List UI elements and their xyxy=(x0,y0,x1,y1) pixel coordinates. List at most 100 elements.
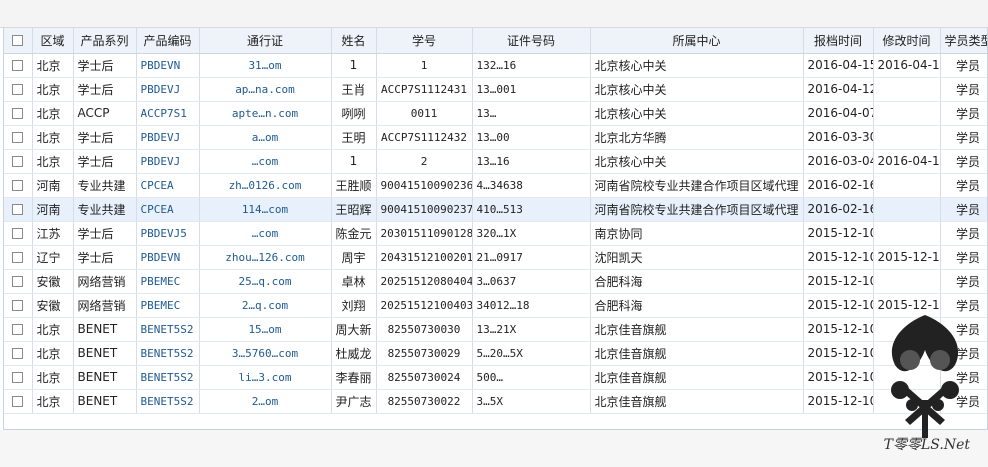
table-row[interactable]: 辽宁 学士后 PBDEVN zhou…126.com 周宇 20431512100201 2… xyxy=(4,245,987,270)
row-checkbox[interactable] xyxy=(4,125,33,150)
cell-reg: 2015-12-10 xyxy=(803,341,874,366)
row-checkbox[interactable] xyxy=(4,173,33,198)
row-checkbox[interactable] xyxy=(4,365,33,390)
watermark-text: T零零LS.Net xyxy=(883,437,970,453)
table-row[interactable]: 北京 BENET BENET5S2 2…om 尹广志 82550730022 3…5X 北京佳… xyxy=(4,389,987,414)
cell-code: PBDEVN xyxy=(136,53,200,78)
watermark-logo: T零零LS.Net xyxy=(870,305,980,460)
student-table: 区域 产品系列 产品编码 通行证 姓名 学号 证件号码 所属中心 报档时间 修改… xyxy=(4,28,987,414)
row-checkbox[interactable] xyxy=(4,341,33,366)
table-row[interactable]: 河南 专业共建 CPCEA zh…0126.com 王胜顺 90041510090236 4… xyxy=(4,173,987,198)
col-mod[interactable]: 修改时间 xyxy=(873,28,941,54)
cell-area: 北京 xyxy=(32,389,74,414)
table-row[interactable]: 北京 学士后 PBDEVJ a…om 王明 ACCP7S1112432 13…00 北京北方华… xyxy=(4,125,987,150)
row-checkbox[interactable] xyxy=(4,221,33,246)
cell-sid: 1 xyxy=(376,53,473,78)
cell-series: BENET xyxy=(73,365,137,390)
cell-code: BENET5S2 xyxy=(136,317,200,342)
row-checkbox[interactable] xyxy=(4,101,33,126)
cell-reg: 2015-12-10 xyxy=(803,269,874,294)
cell-name: 周宇 xyxy=(331,245,377,270)
cell-pass: zhou…126.com xyxy=(199,245,332,270)
cell-center: 北京佳音旗舰 xyxy=(590,389,804,414)
row-checkbox[interactable] xyxy=(4,53,33,78)
table-row[interactable]: 北京 BENET BENET5S2 3…5760…com 杜威龙 82550730029 5… xyxy=(4,341,987,366)
cell-center: 北京核心中关 xyxy=(590,77,804,102)
cell-series: 专业共建 xyxy=(73,197,137,222)
table-row[interactable]: 安徽 网络营销 PBEMEC 2…q.com 刘翔 20251512100403 34012… xyxy=(4,293,987,318)
table-row[interactable]: 河南 专业共建 CPCEA 114…com 王昭辉 90041510090237 410…5… xyxy=(4,197,987,222)
select-all-checkbox[interactable] xyxy=(4,28,33,54)
cell-pass: apte…n.com xyxy=(199,101,332,126)
cell-code: PBDEVJ xyxy=(136,149,200,174)
cell-pass: …com xyxy=(199,149,332,174)
cell-type: 学员 xyxy=(940,101,987,126)
cell-center: 沈阳凯天 xyxy=(590,245,804,270)
cell-mod: 2016-04-15 xyxy=(873,53,941,78)
row-checkbox[interactable] xyxy=(4,317,33,342)
table-row[interactable]: 北京 学士后 PBDEVN 31…om 1 1 132…16 北京核心中关 2016-04-15… xyxy=(4,53,987,78)
cell-area: 北京 xyxy=(32,365,74,390)
row-checkbox[interactable] xyxy=(4,149,33,174)
cell-type: 学员 xyxy=(940,125,987,150)
cell-mod xyxy=(873,173,941,198)
col-reg[interactable]: 报档时间 xyxy=(803,28,874,54)
col-sid[interactable]: 学号 xyxy=(376,28,473,54)
cell-sid: 20251512080404 xyxy=(376,269,473,294)
row-checkbox[interactable] xyxy=(4,197,33,222)
row-checkbox[interactable] xyxy=(4,269,33,294)
cell-area: 北京 xyxy=(32,125,74,150)
dragon-emblem-icon xyxy=(891,315,959,438)
col-series[interactable]: 产品系列 xyxy=(73,28,137,54)
col-pass[interactable]: 通行证 xyxy=(199,28,332,54)
row-checkbox[interactable] xyxy=(4,245,33,270)
table-row[interactable]: 北京 学士后 PBDEVJ ap…na.com 王肖 ACCP7S1112431 13…00… xyxy=(4,77,987,102)
cell-mod xyxy=(873,125,941,150)
table-row[interactable]: 北京 BENET BENET5S2 li…3.com 李春丽 82550730024 500… xyxy=(4,365,987,390)
cell-reg: 2015-12-10 xyxy=(803,245,874,270)
row-checkbox[interactable] xyxy=(4,77,33,102)
col-area[interactable]: 区域 xyxy=(32,28,74,54)
cell-idno: 132…16 xyxy=(472,53,591,78)
cell-name: 咧咧 xyxy=(331,101,377,126)
cell-sid: 82550730030 xyxy=(376,317,473,342)
cell-idno: 3…0637 xyxy=(472,269,591,294)
cell-sid: 20301511090128 xyxy=(376,221,473,246)
cell-mod xyxy=(873,269,941,294)
cell-pass: zh…0126.com xyxy=(199,173,332,198)
row-checkbox[interactable] xyxy=(4,293,33,318)
cell-code: BENET5S2 xyxy=(136,389,200,414)
col-idno[interactable]: 证件号码 xyxy=(472,28,591,54)
cell-series: 学士后 xyxy=(73,53,137,78)
row-checkbox[interactable] xyxy=(4,389,33,414)
cell-sid: 90041510090237 xyxy=(376,197,473,222)
cell-name: 周大新 xyxy=(331,317,377,342)
cell-type: 学员 xyxy=(940,77,987,102)
cell-code: PBEMEC xyxy=(136,269,200,294)
cell-type: 学员 xyxy=(940,197,987,222)
cell-sid: 82550730024 xyxy=(376,365,473,390)
table-row[interactable]: 北京 BENET BENET5S2 15…om 周大新 82550730030 13…21X… xyxy=(4,317,987,342)
table-row[interactable]: 北京 ACCP ACCP7S1 apte…n.com 咧咧 0011 13… 北京核心中关 20… xyxy=(4,101,987,126)
cell-code: BENET5S2 xyxy=(136,365,200,390)
cell-code: PBDEVJ xyxy=(136,77,200,102)
col-type[interactable]: 学员类型 xyxy=(940,28,987,54)
cell-area: 北京 xyxy=(32,101,74,126)
cell-area: 北京 xyxy=(32,317,74,342)
col-name[interactable]: 姓名 xyxy=(331,28,377,54)
cell-sid: 82550730022 xyxy=(376,389,473,414)
table-row[interactable]: 北京 学士后 PBDEVJ …com 1 2 13…16 北京核心中关 2016-03-04 20… xyxy=(4,149,987,174)
cell-idno: 410…513 xyxy=(472,197,591,222)
cell-sid: ACCP7S1112431 xyxy=(376,77,473,102)
cell-pass: 3…5760…com xyxy=(199,341,332,366)
cell-sid: 2 xyxy=(376,149,473,174)
table-row[interactable]: 安徽 网络营销 PBEMEC 25…q.com 卓林 20251512080404 3…06… xyxy=(4,269,987,294)
table-row[interactable]: 江苏 学士后 PBDEVJ5 …com 陈金元 20301511090128 320…1X 南… xyxy=(4,221,987,246)
cell-center: 南京协同 xyxy=(590,221,804,246)
cell-center: 北京佳音旗舰 xyxy=(590,365,804,390)
cell-area: 江苏 xyxy=(32,221,74,246)
col-code[interactable]: 产品编码 xyxy=(136,28,200,54)
cell-series: BENET xyxy=(73,317,137,342)
col-center[interactable]: 所属中心 xyxy=(590,28,804,54)
pager-bar xyxy=(0,430,988,467)
